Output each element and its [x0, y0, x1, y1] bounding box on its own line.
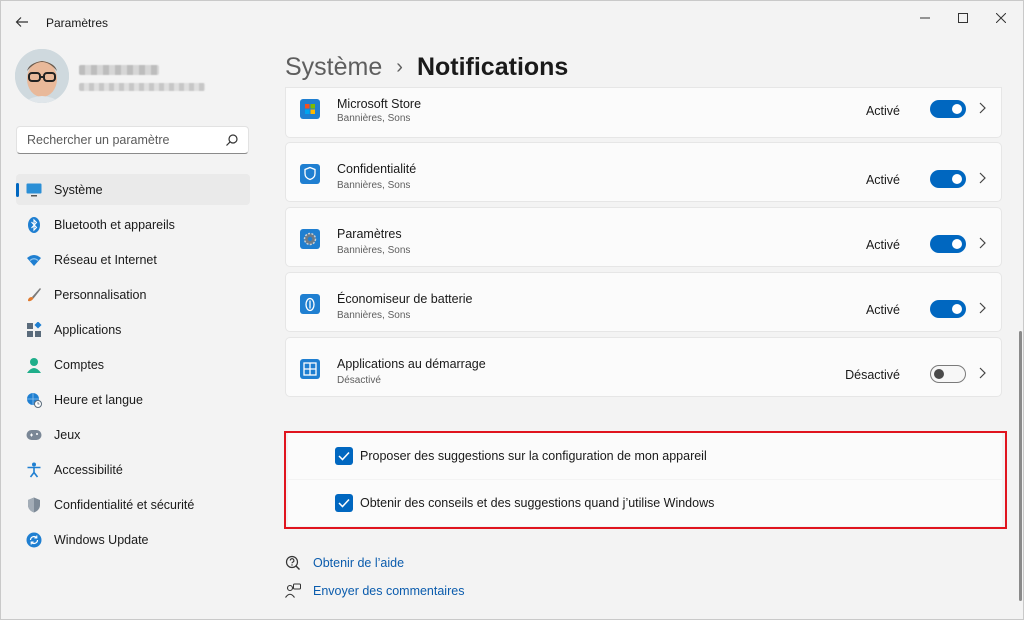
app-row-economiseur-batterie[interactable]: Économiseur de batterie Bannières, Sons …: [285, 272, 1002, 332]
close-icon: [996, 13, 1006, 23]
sidebar-item-systeme[interactable]: Système: [16, 174, 250, 205]
sidebar-nav: Système Bluetooth et appareils Réseau et…: [16, 174, 250, 559]
toggle-state-label: Activé: [865, 238, 900, 252]
sidebar-item-accessibilite[interactable]: Accessibilité: [16, 454, 250, 485]
app-name: Économiseur de batterie: [337, 292, 473, 306]
chevron-right-icon[interactable]: [976, 101, 988, 115]
notification-toggle[interactable]: [930, 365, 966, 383]
app-row-applications-demarrage[interactable]: Applications au démarrage Désactivé Désa…: [285, 337, 1002, 397]
profile-name-redacted: [79, 65, 159, 75]
sidebar-item-applications[interactable]: Applications: [16, 314, 250, 345]
app-notification-types: Bannières, Sons: [337, 245, 411, 256]
app-row-parametres[interactable]: Paramètres Bannières, Sons Activé: [285, 207, 1002, 267]
sidebar-item-confidentialite[interactable]: Confidentialité et sécurité: [16, 489, 250, 520]
sidebar-item-bluetooth[interactable]: Bluetooth et appareils: [16, 209, 250, 240]
chevron-right-icon[interactable]: [976, 171, 988, 185]
store-icon: [300, 99, 320, 119]
sidebar-item-label: Windows Update: [54, 532, 149, 547]
app-name: Confidentialité: [337, 162, 417, 176]
app-name: Paramètres: [337, 227, 402, 241]
sidebar-item-jeux[interactable]: Jeux: [16, 419, 250, 450]
sidebar-item-reseau[interactable]: Réseau et Internet: [16, 244, 250, 275]
chevron-right-icon[interactable]: [976, 301, 988, 315]
arrow-left-icon: [15, 17, 28, 27]
account-icon: [26, 357, 42, 373]
profile-email-redacted: [79, 83, 205, 91]
shield-icon: [26, 497, 42, 513]
help-link-row[interactable]: Obtenir de l’aide: [285, 553, 404, 573]
settings-window: Paramètres Rechercher un paramètre Systè…: [0, 0, 1024, 620]
sidebar-item-comptes[interactable]: Comptes: [16, 349, 250, 380]
accessibility-icon: [26, 462, 42, 478]
page-title: Notifications: [416, 53, 569, 81]
feedback-link-row[interactable]: Envoyer des commentaires: [285, 581, 464, 601]
sidebar-item-label: Jeux: [54, 427, 81, 442]
app-row-confidentialite[interactable]: Confidentialité Bannières, Sons Activé: [285, 142, 1002, 202]
update-icon: [26, 532, 42, 548]
sidebar-item-label: Réseau et Internet: [54, 252, 157, 267]
avatar[interactable]: [15, 49, 69, 103]
feedback-icon: [285, 583, 301, 598]
system-icon: [26, 182, 42, 198]
notification-toggle[interactable]: [930, 100, 966, 118]
app-name: Microsoft Store: [337, 97, 422, 111]
brush-icon: [26, 287, 42, 303]
battery-saver-icon: [300, 294, 320, 314]
toggle-state-label: Activé: [865, 303, 900, 317]
toggle-state-label: Activé: [865, 104, 900, 118]
chevron-right-icon[interactable]: [976, 366, 988, 380]
notification-toggle[interactable]: [930, 235, 966, 253]
sidebar-item-label: Heure et langue: [54, 392, 143, 407]
app-name: Applications au démarrage: [337, 357, 486, 371]
feedback-link[interactable]: Envoyer des commentaires: [313, 584, 464, 598]
minimize-button[interactable]: [907, 7, 943, 29]
app-notification-types: Bannières, Sons: [337, 180, 411, 191]
window-title: Paramètres: [46, 16, 109, 30]
help-link[interactable]: Obtenir de l’aide: [313, 556, 404, 570]
bluetooth-icon: [26, 216, 42, 233]
sidebar-item-label: Accessibilité: [54, 462, 123, 477]
app-row-microsoft-store[interactable]: Microsoft Store Bannières, Sons Activé: [285, 87, 1002, 138]
sidebar-item-personnalisation[interactable]: Personnalisation: [16, 279, 250, 310]
wifi-icon: [26, 252, 42, 268]
minimize-icon: [920, 17, 930, 19]
app-notification-types: Bannières, Sons: [337, 113, 411, 124]
breadcrumb: Système › Notifications: [285, 53, 568, 82]
startup-apps-icon: [300, 359, 320, 379]
search-input[interactable]: [27, 133, 217, 147]
sidebar-item-label: Applications: [54, 322, 122, 337]
title-bar: Paramètres: [1, 1, 1023, 41]
toggle-state-label: Activé: [865, 173, 900, 187]
app-notification-types: Bannières, Sons: [337, 310, 411, 321]
help-icon: [285, 555, 300, 570]
search-box[interactable]: [16, 126, 249, 154]
sidebar-item-label: Bluetooth et appareils: [54, 217, 175, 232]
privacy-shield-icon: [300, 164, 320, 184]
maximize-icon: [958, 13, 968, 23]
settings-gear-icon: [300, 229, 320, 249]
user-photo-icon: [15, 49, 69, 103]
back-button[interactable]: [11, 11, 33, 33]
sidebar-item-label: Comptes: [54, 357, 105, 372]
notification-toggle[interactable]: [930, 170, 966, 188]
chevron-right-icon[interactable]: [976, 236, 988, 250]
globe-clock-icon: [26, 392, 42, 408]
maximize-button[interactable]: [945, 7, 981, 29]
apps-icon: [26, 321, 42, 338]
toggle-state-label: Désactivé: [845, 368, 900, 382]
breadcrumb-parent[interactable]: Système: [285, 53, 382, 82]
sidebar-item-heure[interactable]: Heure et langue: [16, 384, 250, 415]
chevron-right-icon: ›: [396, 56, 403, 78]
highlight-annotation-box: [284, 431, 1007, 529]
gamepad-icon: [26, 427, 42, 443]
sidebar-item-label: Système: [54, 182, 103, 197]
close-button[interactable]: [983, 7, 1019, 29]
app-notification-types: Désactivé: [337, 375, 381, 386]
sidebar-item-label: Personnalisation: [54, 287, 147, 302]
scrollbar[interactable]: [1019, 331, 1022, 601]
notification-toggle[interactable]: [930, 300, 966, 318]
sidebar-item-label: Confidentialité et sécurité: [54, 497, 195, 512]
sidebar-item-windows-update[interactable]: Windows Update: [16, 524, 250, 555]
search-icon[interactable]: [225, 133, 239, 147]
